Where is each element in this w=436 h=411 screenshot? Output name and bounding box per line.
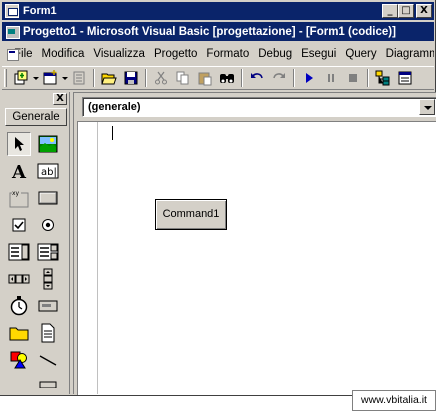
image-control-icon[interactable] xyxy=(36,372,60,396)
ide-titlebar[interactable]: Progetto1 - Microsoft Visual Basic [prog… xyxy=(2,22,434,41)
add-project-dropdown[interactable] xyxy=(32,68,39,88)
line-icon[interactable] xyxy=(36,348,60,372)
menu-esegui[interactable]: Esegui xyxy=(297,48,341,60)
chevron-down-icon[interactable] xyxy=(419,99,435,115)
menu-formato[interactable]: Formato xyxy=(202,48,254,60)
textbox-icon[interactable]: ab| xyxy=(36,159,60,183)
picturebox-icon[interactable] xyxy=(36,132,60,156)
toolbox-tab-generale[interactable]: Generale xyxy=(5,108,67,126)
text-caret xyxy=(112,126,113,140)
timer-icon[interactable] xyxy=(7,294,31,318)
watermark: www.vbitalia.it xyxy=(352,390,436,411)
toolbar-separator xyxy=(293,69,295,87)
find-icon[interactable] xyxy=(216,68,238,88)
hscrollbar-icon[interactable] xyxy=(7,267,31,291)
open-icon[interactable] xyxy=(98,68,120,88)
toolbar-separator xyxy=(367,69,369,87)
object-combo-value: (generale) xyxy=(88,101,141,113)
pause-icon[interactable] xyxy=(320,68,342,88)
minimize-button[interactable]: _ xyxy=(382,4,398,18)
drivelistbox-icon[interactable] xyxy=(36,294,60,318)
save-icon[interactable] xyxy=(120,68,142,88)
close-button[interactable]: X xyxy=(416,4,432,18)
checkbox-icon[interactable] xyxy=(7,213,31,237)
add-form-icon[interactable] xyxy=(39,68,61,88)
menu-modifica[interactable]: Modifica xyxy=(38,48,90,60)
menubar: File Modifica Visualizza Progetto Format… xyxy=(2,44,434,64)
menu-progetto[interactable]: Progetto xyxy=(150,48,202,60)
listbox-icon[interactable] xyxy=(36,240,60,264)
maximize-button[interactable]: □ xyxy=(398,4,414,18)
copy-icon[interactable] xyxy=(172,68,194,88)
paste-icon[interactable] xyxy=(194,68,216,88)
add-form-dropdown[interactable] xyxy=(61,68,68,88)
frame-icon[interactable]: xy xyxy=(7,186,31,210)
ide-title-text: Progetto1 - Microsoft Visual Basic [prog… xyxy=(23,25,396,38)
shape-icon[interactable] xyxy=(7,348,31,372)
redo-icon[interactable] xyxy=(268,68,290,88)
svg-text:A: A xyxy=(11,162,27,181)
form-icon xyxy=(5,4,19,18)
toolbox-close-button[interactable]: X xyxy=(53,93,67,105)
commandbutton-icon[interactable] xyxy=(36,186,60,210)
code-window: (generale) xyxy=(73,92,436,395)
standard-toolbar xyxy=(2,66,434,90)
properties-icon[interactable] xyxy=(394,68,416,88)
pointer-icon[interactable] xyxy=(7,132,31,156)
form1-title-text: Form1 xyxy=(23,5,57,17)
toolbar-handle[interactable] xyxy=(4,69,7,87)
combobox-icon[interactable] xyxy=(7,240,31,264)
stop-icon[interactable] xyxy=(342,68,364,88)
menu-editor-icon[interactable] xyxy=(68,68,90,88)
dirlistbox-icon[interactable] xyxy=(7,321,31,345)
add-project-icon[interactable] xyxy=(10,68,32,88)
vb-icon xyxy=(5,25,20,39)
menu-visualizza[interactable]: Visualizza xyxy=(89,48,150,60)
menu-diagramma[interactable]: Diagramma xyxy=(382,48,434,60)
svg-text:ab|: ab| xyxy=(41,167,57,178)
optionbutton-icon[interactable] xyxy=(36,213,60,237)
menu-query[interactable]: Query xyxy=(341,48,381,60)
object-combobox[interactable]: (generale) xyxy=(82,97,436,117)
code-margin[interactable] xyxy=(78,122,98,394)
svg-text:xy: xy xyxy=(12,190,20,197)
command1-button[interactable]: Command1 xyxy=(155,199,227,230)
undo-icon[interactable] xyxy=(246,68,268,88)
menu-debug[interactable]: Debug xyxy=(254,48,297,60)
toolbox: X Generale A ab| xy xyxy=(2,92,70,394)
code-editor[interactable] xyxy=(77,121,436,395)
toolbar-separator xyxy=(145,69,147,87)
cut-icon[interactable] xyxy=(150,68,172,88)
filelistbox-icon[interactable] xyxy=(36,321,60,345)
toolbar-separator xyxy=(93,69,95,87)
form1-window: Form1 _ □ X Progetto1 - Microsoft Visual… xyxy=(0,0,436,396)
label-icon[interactable]: A xyxy=(7,159,31,183)
toolbar-separator xyxy=(241,69,243,87)
form1-titlebar[interactable]: Form1 _ □ X xyxy=(2,2,434,20)
vscrollbar-icon[interactable] xyxy=(36,267,60,291)
start-icon[interactable] xyxy=(298,68,320,88)
project-explorer-icon[interactable] xyxy=(372,68,394,88)
